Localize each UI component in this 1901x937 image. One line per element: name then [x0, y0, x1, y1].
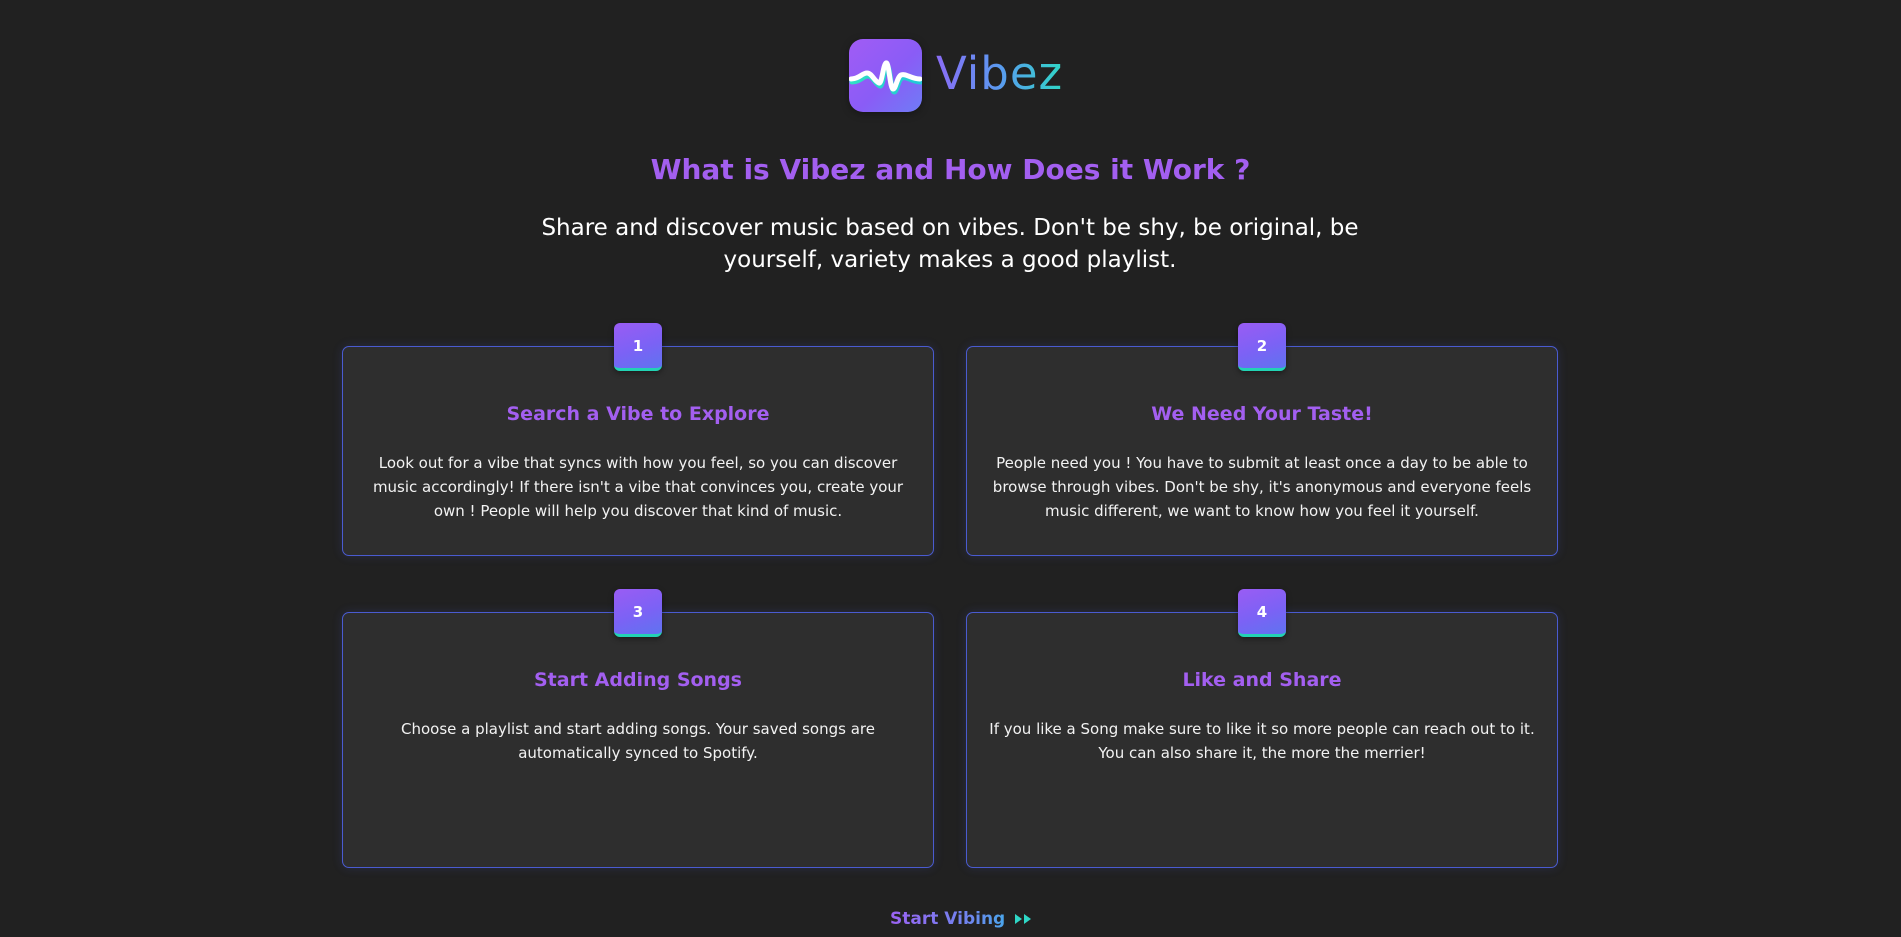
start-vibing-button[interactable]: Start Vibing — [890, 909, 1033, 929]
brand-logo[interactable]: Vibez — [849, 39, 1063, 112]
step-description: If you like a Song make sure to like it … — [989, 720, 1535, 762]
step-title: Like and Share — [1182, 669, 1342, 691]
step-description: Look out for a vibe that syncs with how … — [372, 454, 904, 520]
step-card-1: 1 Search a Vibe to Explore Look out for … — [342, 323, 934, 556]
how-it-works-page: Vibez What is Vibez and How Does it Work… — [0, 0, 1901, 937]
step-number-badge: 3 — [614, 589, 662, 637]
step-card-3: 3 Start Adding Songs Choose a playlist a… — [342, 589, 934, 868]
fast-forward-icon — [1015, 913, 1033, 925]
step-number-badge: 4 — [1238, 589, 1286, 637]
step-card-4: 4 Like and Share If you like a Song make… — [966, 589, 1558, 868]
page-subtitle: Share and discover music based on vibes.… — [541, 215, 1359, 273]
start-vibing-label: Start Vibing — [890, 909, 1006, 929]
step-description: People need you ! You have to submit at … — [992, 454, 1532, 520]
step-title: Search a Vibe to Explore — [506, 403, 770, 425]
brand-name: Vibez — [936, 47, 1064, 100]
step-description: Choose a playlist and start adding songs… — [401, 720, 875, 762]
page-title: What is Vibez and How Does it Work ? — [650, 153, 1251, 186]
step-title: We Need Your Taste! — [1151, 403, 1373, 425]
soundwave-icon — [849, 39, 922, 112]
step-title: Start Adding Songs — [534, 669, 742, 691]
step-number-badge: 2 — [1238, 323, 1286, 371]
step-number-badge: 1 — [614, 323, 662, 371]
step-card-2: 2 We Need Your Taste! People need you ! … — [966, 323, 1558, 556]
